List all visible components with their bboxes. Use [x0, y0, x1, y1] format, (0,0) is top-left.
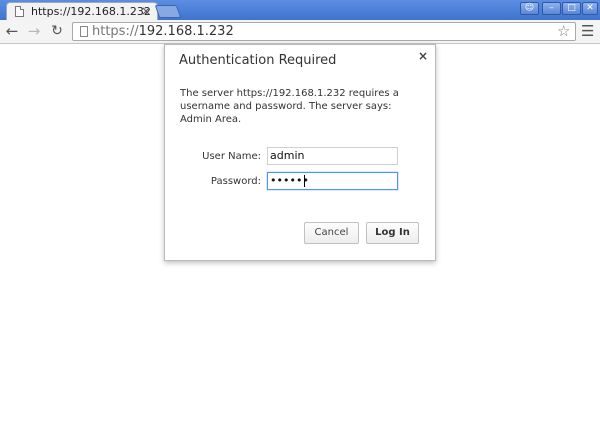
maximize-button[interactable]: □	[562, 2, 581, 15]
password-field[interactable]: ••••••	[267, 172, 398, 190]
tab-close-icon[interactable]: ×	[141, 4, 151, 18]
cancel-button[interactable]: Cancel	[304, 222, 359, 244]
new-tab-button[interactable]	[154, 5, 182, 18]
back-arrow-icon[interactable]: ←	[4, 23, 20, 40]
address-bar[interactable]: https://192.168.1.232	[72, 22, 576, 41]
dialog-message: The server https://192.168.1.232 require…	[180, 88, 399, 125]
hamburger-menu-icon[interactable]: ☰	[581, 22, 594, 40]
dialog-title: Authentication Required	[179, 53, 337, 68]
tab-strip: https://192.168.1.232 × ☺ – □ ✕	[0, 0, 600, 20]
url-scheme: https://	[92, 24, 139, 39]
page-icon	[15, 6, 24, 17]
browser-toolbar: ← → ↻ https://192.168.1.232	[0, 20, 600, 44]
minimize-button[interactable]: –	[542, 2, 561, 15]
close-icon[interactable]: ×	[418, 49, 428, 63]
login-button[interactable]: Log In	[366, 222, 419, 244]
profile-icon[interactable]: ☺	[520, 2, 539, 15]
password-label: Password:	[210, 176, 261, 187]
window-close-button[interactable]: ✕	[582, 2, 598, 15]
tab-title: https://192.168.1.232	[31, 5, 151, 18]
url-host: 192.168.1.232	[138, 24, 234, 39]
username-label: User Name:	[202, 151, 261, 162]
auth-dialog: Authentication Required × The server htt…	[164, 44, 436, 261]
browser-tab[interactable]: https://192.168.1.232 ×	[6, 2, 158, 20]
username-field[interactable]: admin	[267, 147, 398, 165]
forward-arrow-icon[interactable]: →	[26, 23, 42, 40]
url-text: https://192.168.1.232	[92, 24, 234, 39]
page-icon	[80, 26, 88, 37]
reload-icon[interactable]: ↻	[49, 23, 65, 40]
bookmark-star-icon[interactable]: ☆	[557, 22, 570, 40]
